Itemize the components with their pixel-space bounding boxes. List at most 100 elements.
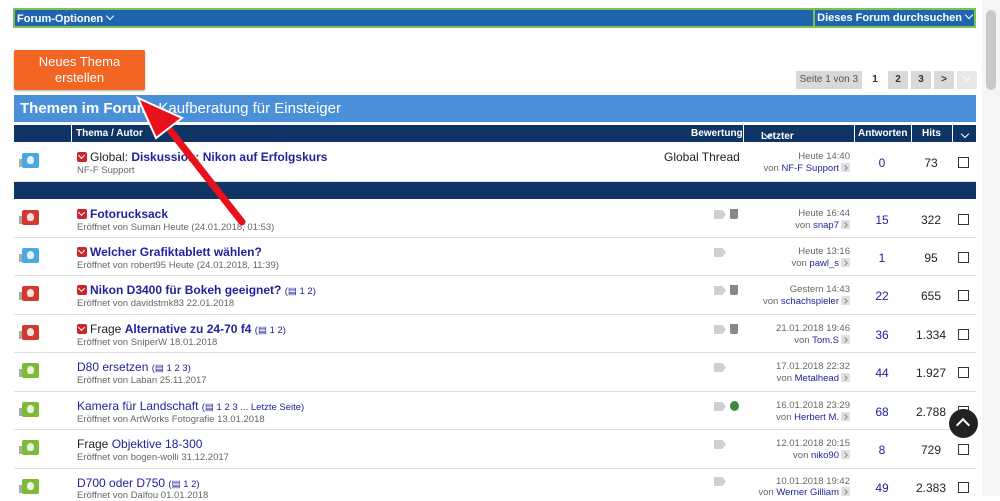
last-post-by: von xyxy=(794,335,810,346)
next-page-link[interactable]: > xyxy=(934,71,954,89)
tag-icon[interactable] xyxy=(714,286,726,295)
tag-icon[interactable] xyxy=(714,325,726,334)
thread-page-links[interactable]: 1 2 3 xyxy=(167,363,188,374)
last-post-time: Heute 13:16 xyxy=(798,246,850,257)
page-1-link[interactable]: 1 xyxy=(865,71,885,89)
reply-count[interactable]: 22 xyxy=(854,289,910,303)
tag-icon[interactable] xyxy=(714,477,726,486)
thread-prefix: Frage xyxy=(90,322,122,336)
hit-count: 2.788 xyxy=(915,405,947,419)
tag-icon[interactable] xyxy=(714,402,726,411)
thread-author[interactable]: NF-F Support xyxy=(77,165,135,176)
thread-link[interactable]: Objektive 18-300 xyxy=(112,437,203,451)
thread-link[interactable]: Alternative zu 24-70 f4 xyxy=(125,322,252,336)
thread-pages[interactable]: (▤ 1 2) xyxy=(168,479,199,490)
thread-select-checkbox[interactable] xyxy=(958,367,969,378)
thread-link[interactable]: Kamera für Landschaft xyxy=(77,399,198,413)
goto-last-post-icon[interactable] xyxy=(841,296,850,305)
last-post-user-link[interactable]: Herbert M. xyxy=(794,412,839,423)
goto-last-post-icon[interactable] xyxy=(841,220,850,229)
thread-row: Welcher Grafiktablett wählen? Eröffnet v… xyxy=(14,238,976,276)
goto-last-post-icon[interactable] xyxy=(841,335,850,344)
reply-count[interactable]: 8 xyxy=(854,443,910,457)
last-post-user-link[interactable]: snap7 xyxy=(813,220,839,231)
last-post-user-link[interactable]: schachspieler xyxy=(781,296,839,307)
last-post-user-link[interactable]: Tom.S xyxy=(812,335,839,346)
last-post-time: 21.01.2018 19:46 xyxy=(776,323,850,334)
last-post-by: von xyxy=(763,163,779,174)
thread-author: Eröffnet von Suman Heute (24.01.2018, 01… xyxy=(77,222,275,233)
thread-pages[interactable]: (▤ 1 2) xyxy=(285,286,316,297)
last-post-user-link[interactable]: niko90 xyxy=(811,450,839,461)
thread-link[interactable]: D80 ersetzen xyxy=(77,360,148,374)
last-post-user-link[interactable]: Werner Gilliam xyxy=(776,487,839,498)
new-thread-button[interactable]: Neues Thema erstellen xyxy=(14,50,145,90)
col-hits[interactable]: Hits xyxy=(922,128,941,139)
thread-link[interactable]: Diskussion: Nikon auf Erfolgskurs xyxy=(131,150,327,164)
thread-page-links[interactable]: 1 2 xyxy=(183,479,196,490)
thread-row: Global: Diskussion: Nikon auf Erfolgskur… xyxy=(14,143,976,182)
page-3-link[interactable]: 3 xyxy=(911,71,931,89)
hit-count: 2.383 xyxy=(915,481,947,495)
thread-status-icon xyxy=(19,325,39,340)
tag-icon[interactable] xyxy=(714,363,726,372)
subscribed-icon xyxy=(77,324,87,334)
last-post-by: von xyxy=(776,373,792,384)
search-forum-menu[interactable]: Dieses Forum durchsuchen xyxy=(813,10,974,28)
thread-page-links[interactable]: 1 2 3 ... Letzte Seite xyxy=(217,402,302,413)
goto-last-post-icon[interactable] xyxy=(841,163,850,172)
reply-count[interactable]: 1 xyxy=(854,251,910,265)
last-post-user-link[interactable]: Metalhead xyxy=(795,373,839,384)
scrollbar-thumb[interactable] xyxy=(986,10,996,90)
goto-last-post-icon[interactable] xyxy=(841,487,850,496)
tag-icon[interactable] xyxy=(714,210,726,219)
thread-select-checkbox[interactable] xyxy=(958,290,969,301)
thread-select-checkbox[interactable] xyxy=(958,444,969,455)
thread-select-checkbox[interactable] xyxy=(958,329,969,340)
thread-pages[interactable]: (▤ 1 2 3 ... Letzte Seite) xyxy=(202,402,304,413)
page-2-link[interactable]: 2 xyxy=(888,71,908,89)
thread-link[interactable]: D700 oder D750 xyxy=(77,476,165,490)
tag-icon[interactable] xyxy=(714,440,726,449)
col-replies[interactable]: Antworten xyxy=(858,128,907,139)
thread-link[interactable]: Nikon D3400 für Bokeh geeignet? xyxy=(90,283,281,297)
thread-status-icon xyxy=(19,153,39,168)
goto-last-post-icon[interactable] xyxy=(841,258,850,267)
last-post-user-link[interactable]: pawl_s xyxy=(809,258,839,269)
thread-link[interactable]: Welcher Grafiktablett wählen? xyxy=(90,245,262,259)
hit-count: 73 xyxy=(924,156,938,170)
thread-select-checkbox[interactable] xyxy=(958,214,969,225)
scroll-to-top-button[interactable] xyxy=(949,409,978,438)
col-rating[interactable]: Bewertung xyxy=(691,128,743,139)
page-scrollbar[interactable] xyxy=(982,0,1000,496)
last-post-user-link[interactable]: NF-F Support xyxy=(781,163,839,174)
tag-icon[interactable] xyxy=(714,248,726,257)
reply-count[interactable]: 36 xyxy=(854,328,910,342)
forum-options-menu[interactable]: Forum-Optionen xyxy=(17,11,115,25)
reply-count[interactable]: 44 xyxy=(854,366,910,380)
last-post-time: 12.01.2018 20:15 xyxy=(776,438,850,449)
goto-last-post-icon[interactable] xyxy=(841,412,850,421)
last-post-by: von xyxy=(762,296,779,307)
reply-count[interactable]: 49 xyxy=(854,481,910,495)
reply-count[interactable]: 15 xyxy=(854,213,910,227)
thread-pages[interactable]: (▤ 1 2 3) xyxy=(152,363,191,374)
thread-page-links[interactable]: 1 2 xyxy=(300,286,313,297)
thread-select-checkbox[interactable] xyxy=(958,252,969,263)
reply-count[interactable]: 68 xyxy=(854,405,910,419)
forum-header-prefix: Themen im Forum xyxy=(20,100,151,117)
page-jump-dropdown[interactable] xyxy=(957,71,977,89)
thread-title: Fotorucksack xyxy=(77,207,168,221)
goto-last-post-icon[interactable] xyxy=(841,450,850,459)
thread-row: Fotorucksack Eröffnet von Suman Heute (2… xyxy=(14,200,976,238)
reply-count[interactable]: 0 xyxy=(854,156,910,170)
thread-select-checkbox[interactable] xyxy=(958,157,969,168)
thread-pages[interactable]: (▤ 1 2) xyxy=(255,325,286,336)
goto-last-post-icon[interactable] xyxy=(841,373,850,382)
thread-link[interactable]: Fotorucksack xyxy=(90,207,168,221)
thread-page-links[interactable]: 1 2 xyxy=(270,325,283,336)
col-thread[interactable]: Thema / Autor xyxy=(76,128,143,139)
thread-select-checkbox[interactable] xyxy=(958,482,969,493)
last-post-by: von xyxy=(795,220,811,231)
thread-author: Eröffnet von ArtWorks Fotografie 13.01.2… xyxy=(77,414,265,425)
